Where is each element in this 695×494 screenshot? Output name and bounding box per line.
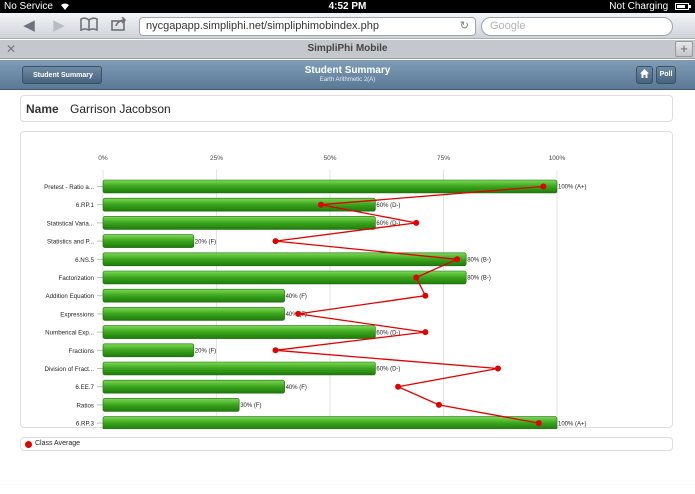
class-average-point [272,238,279,245]
legend-marker [25,441,32,448]
score-bar [102,343,195,358]
forward-arrow-icon[interactable]: ▶ [48,17,70,35]
url-text: nycgapapp.simpliphi.net/simpliphimobinde… [146,20,379,32]
class-average-point [272,347,279,354]
score-bar [102,416,558,429]
class-average-point [422,292,429,299]
score-bar [102,379,285,394]
clock: 4:52 PM [328,1,367,12]
score-chart: 0% 25% 50% 75% 100% Pretest - Ratio a... 100% … [44,155,587,429]
class-average-point [413,219,420,226]
category-label: Statistics and P... [47,239,94,246]
battery-status: Not Charging [609,0,691,13]
class-average-point [413,274,420,281]
score-bar [102,325,376,339]
category-label: Division of Fract... [44,366,94,373]
bar-value-label: 20% (F) [195,239,216,245]
app-header: Student Summary Student Summary Earth Ar… [0,60,695,90]
page-title: Student Summary [304,65,391,76]
url-bar[interactable]: nycgapapp.simpliphi.net/simpliphimobinde… [139,17,476,36]
bar-value-label: 80% (B-) [467,276,491,282]
name-label: Name [26,102,59,116]
bar-value-label: 60% (D-) [376,367,400,373]
bar-value-label: 100% (A+) [558,421,587,427]
chart-legend: Class Average [20,437,673,451]
bookmarks-icon[interactable] [78,17,100,35]
legend-label: Class Average [35,440,81,447]
score-bar [102,270,467,285]
category-label: 6.RP.3 [76,421,95,428]
score-bar [102,216,376,230]
category-label: Fractions [69,348,94,355]
battery-icon [675,3,691,10]
category-label: Addition Equation [45,293,94,300]
search-input[interactable]: Google [481,17,673,36]
home-button[interactable] [636,66,653,84]
student-name: Garrison Jacobson [70,102,171,116]
category-label: Pretest - Ratio a... [44,184,94,191]
bar-value-label: 40% (F) [286,294,307,300]
score-bar [102,307,285,321]
bar-value-label: 20% (F) [195,349,216,355]
score-bar [102,288,285,303]
category-label: Numberical Exp... [45,330,94,337]
class-average-point [454,256,461,263]
score-bar [102,398,240,412]
poll-button[interactable]: Poll [656,66,676,84]
category-label: 6.EE.7 [75,384,94,391]
category-label: Statistical Varia... [47,220,95,227]
reload-icon[interactable]: ↻ [460,18,469,35]
class-average-point [535,420,542,427]
share-icon[interactable] [108,16,130,35]
category-label: 6.RP.1 [76,202,95,209]
bar-value-label: 80% (B-) [467,258,491,264]
x-tick-label: 75% [437,155,450,162]
category-label: Factorization [59,275,95,282]
back-arrow-icon[interactable]: ◀ [18,17,40,35]
x-tick-label: 50% [323,155,336,162]
new-tab-button[interactable]: + [675,41,693,57]
class-average-point [494,365,501,372]
student-name-row: Name Garrison Jacobson [20,95,673,122]
category-label: Ratios [76,402,94,409]
class-average-point [435,401,442,408]
category-label: Expressions [60,311,94,318]
tab-title[interactable]: SimpliPhi Mobile [0,43,695,54]
bar-value-label: 40% (F) [286,385,307,391]
class-average-point [540,183,547,190]
bar-value-label: 30% (F) [240,403,261,409]
bar-value-label: 100% (A+) [558,185,587,191]
x-tick-label: 100% [549,155,566,162]
chart-panel: 0% 25% 50% 75% 100% Pretest - Ratio a... 100% … [20,131,673,429]
bar-value-label: 60% (D-) [376,203,400,209]
class-average-point [295,310,302,317]
class-average-point [395,383,402,390]
status-bar: No Service 4:52 PM Not Charging [0,0,695,13]
browser-toolbar: ◀ ▶ nycgapapp.simpliphi.net/simpliphimob… [0,13,695,39]
class-average-point [422,329,429,336]
page-subtitle: Earth Arithmetic 2(A) [319,77,376,83]
page-footer [0,484,695,494]
score-bar [102,234,195,248]
class-average-point [317,201,324,208]
tab-bar: ✕ SimpliPhi Mobile + [0,40,695,59]
category-label: 6.NS.5 [75,257,94,264]
score-bar [102,361,376,376]
x-tick-label: 25% [210,155,223,162]
x-tick-label: 0% [98,155,108,162]
home-icon [640,69,649,78]
score-bar [102,197,376,212]
